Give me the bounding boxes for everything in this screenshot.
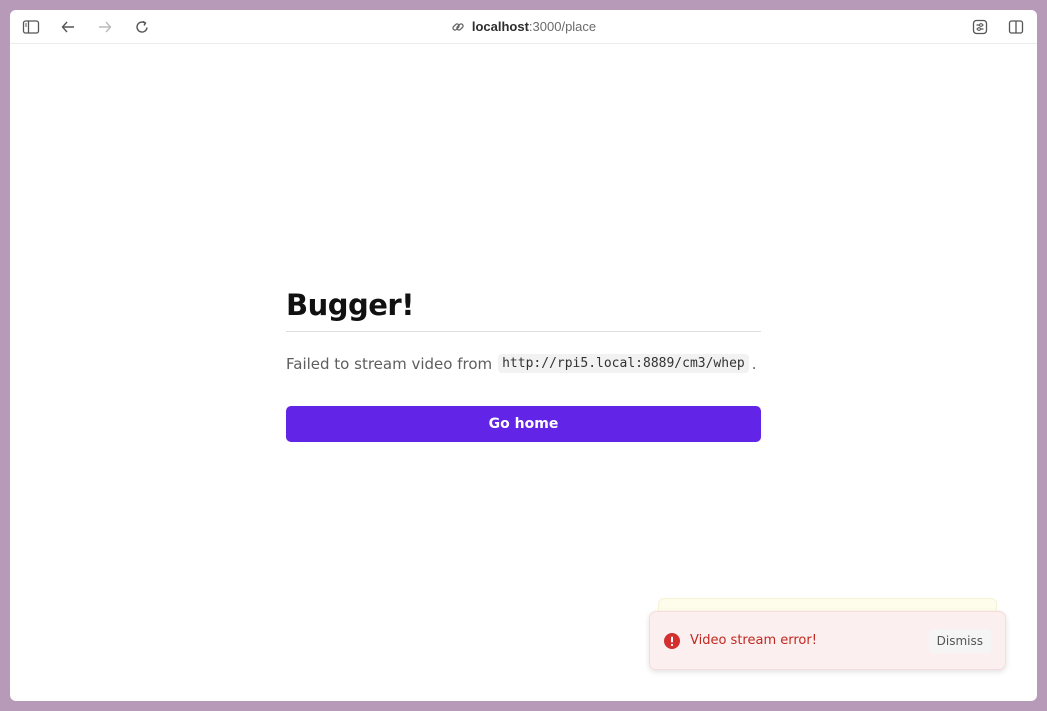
toast-message: Video stream error! <box>690 633 817 648</box>
address-bar[interactable]: localhost:3000/place <box>10 10 1037 43</box>
go-home-button[interactable]: Go home <box>286 406 761 442</box>
url-host: localhost <box>471 19 529 34</box>
browser-toolbar: localhost:3000/place <box>10 10 1037 44</box>
reload-icon[interactable] <box>130 15 154 39</box>
page-content: Bugger! Failed to stream video from http… <box>10 44 1037 701</box>
url-path: :3000/place <box>528 19 597 34</box>
dismiss-button[interactable]: Dismiss <box>928 628 991 653</box>
link-icon <box>451 20 465 34</box>
error-toast: Video stream error! Dismiss <box>649 611 1006 670</box>
extensions-icon[interactable] <box>968 15 992 39</box>
alert-circle-icon <box>664 632 680 649</box>
split-view-icon[interactable] <box>1004 15 1028 39</box>
message-prefix: Failed to stream video from <box>286 354 493 373</box>
forward-arrow-icon[interactable] <box>93 15 117 39</box>
browser-window: localhost:3000/place Bugger! Failed to s… <box>10 10 1037 701</box>
stream-url-code: http://rpi5.local:8889/cm3/whep <box>498 354 749 373</box>
error-message: Failed to stream video from http://rpi5.… <box>286 354 761 373</box>
back-arrow-icon[interactable] <box>56 15 80 39</box>
message-suffix: . <box>751 354 757 373</box>
error-card: Bugger! Failed to stream video from http… <box>286 288 761 442</box>
sidebar-icon[interactable] <box>19 15 43 39</box>
page-title: Bugger! <box>286 288 761 332</box>
